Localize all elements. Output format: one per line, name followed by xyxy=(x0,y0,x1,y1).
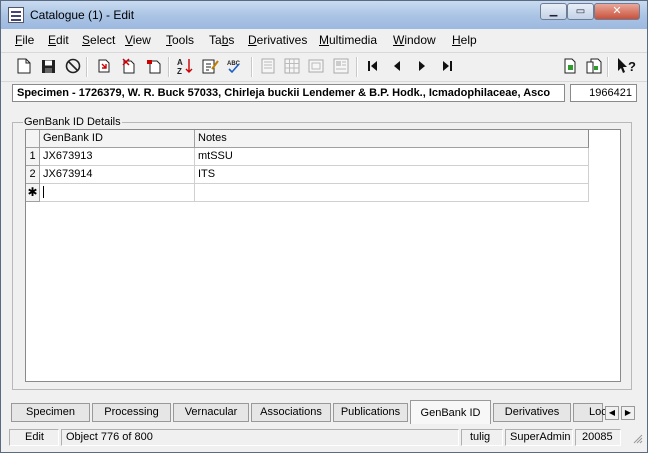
resize-grip-icon[interactable] xyxy=(633,434,643,444)
menu-tools[interactable]: Tools xyxy=(166,33,194,47)
tab-derivatives[interactable]: Derivatives xyxy=(493,403,571,422)
menu-multimedia-rest: ultimedia xyxy=(329,33,378,47)
row-index[interactable]: 1 xyxy=(26,148,40,166)
menu-view-rest: iew xyxy=(132,33,151,47)
new-cell-notes[interactable] xyxy=(195,184,589,202)
sort-icon[interactable]: AZ xyxy=(176,57,194,75)
svg-text:Z: Z xyxy=(177,67,182,75)
page-view-icon[interactable] xyxy=(259,57,277,75)
menu-help-rest: elp xyxy=(460,33,477,47)
menu-derivatives[interactable]: Derivatives xyxy=(248,33,307,47)
maximize-button[interactable]: ▭ xyxy=(567,3,594,20)
record-irn: 1966421 xyxy=(570,84,637,102)
tab-scroll-left-icon[interactable]: ◀ xyxy=(605,406,619,420)
group-title: GenBank ID Details xyxy=(23,116,122,128)
menu-tools-rest: ools xyxy=(172,33,195,47)
toolbar: AZ ABC ? xyxy=(1,52,647,82)
menu-select[interactable]: Select xyxy=(82,33,115,47)
row-index[interactable]: 2 xyxy=(26,166,40,184)
menu-help[interactable]: Help xyxy=(452,33,477,47)
copy-icon[interactable] xyxy=(585,57,603,75)
status-group: SuperAdmin xyxy=(505,429,573,446)
cell-genbank-id[interactable]: JX673913 xyxy=(40,148,195,166)
genbank-grid[interactable]: GenBank ID Notes 1 JX673913 mtSSU 2 JX67… xyxy=(25,129,621,382)
previous-record-icon[interactable] xyxy=(388,57,406,75)
menu-file-rest: ile xyxy=(22,33,35,47)
spell-check-icon[interactable]: ABC xyxy=(226,57,244,75)
title-bar[interactable]: Catalogue (1) - Edit ▁ ▭ ✕ xyxy=(1,1,647,29)
first-record-icon[interactable] xyxy=(364,57,382,75)
menu-tabs-rest: s xyxy=(228,33,235,47)
list-view-icon[interactable] xyxy=(307,57,325,75)
menu-file[interactable]: File xyxy=(15,33,34,47)
menu-multimedia[interactable]: Multimedia xyxy=(319,33,377,47)
status-position: Object 776 of 800 xyxy=(61,429,459,446)
app-icon[interactable] xyxy=(8,7,24,23)
toolbar-separator xyxy=(356,57,358,77)
status-bar: Edit Object 776 of 800 tulig SuperAdmin … xyxy=(1,428,647,448)
menu-bar: File Edit Select View Tools Tabs Derivat… xyxy=(1,30,647,51)
cell-notes[interactable]: mtSSU xyxy=(195,148,589,166)
delete-record-icon[interactable] xyxy=(120,57,138,75)
cancel-icon[interactable] xyxy=(64,57,82,75)
save-icon[interactable] xyxy=(39,57,57,75)
column-header-genbank-id[interactable]: GenBank ID xyxy=(40,130,195,148)
context-help-icon[interactable]: ? xyxy=(617,57,637,75)
tab-vernacular[interactable]: Vernacular xyxy=(173,403,249,422)
tab-locality[interactable]: Loc xyxy=(573,403,607,422)
menu-window-rest: indow xyxy=(404,33,436,47)
svg-text:A: A xyxy=(177,58,183,67)
window-title: Catalogue (1) - Edit xyxy=(30,8,135,22)
column-header-notes[interactable]: Notes xyxy=(195,130,589,148)
new-cell-genbank-id[interactable] xyxy=(40,184,195,202)
text-caret xyxy=(43,186,44,199)
close-button[interactable]: ✕ xyxy=(594,3,640,20)
next-record-icon[interactable] xyxy=(413,57,431,75)
status-count: 20085 xyxy=(575,429,621,446)
grid-view-icon[interactable] xyxy=(283,57,301,75)
toolbar-separator xyxy=(251,57,253,77)
insert-icon[interactable] xyxy=(95,57,113,75)
cell-notes[interactable]: ITS xyxy=(195,166,589,184)
tab-publications[interactable]: Publications xyxy=(333,403,408,422)
grid-corner[interactable] xyxy=(26,130,40,148)
new-record-icon[interactable] xyxy=(15,57,33,75)
status-user: tulig xyxy=(461,429,503,446)
toolbar-separator xyxy=(168,57,170,77)
menu-edit-rest: dit xyxy=(56,33,69,47)
menu-tabs[interactable]: Tabs xyxy=(209,33,234,47)
toolbar-separator xyxy=(607,57,609,77)
cell-genbank-id[interactable]: JX673914 xyxy=(40,166,195,184)
tab-scroll-right-icon[interactable]: ▶ xyxy=(621,406,635,420)
tab-associations[interactable]: Associations xyxy=(251,403,331,422)
tab-specimen[interactable]: Specimen xyxy=(11,403,90,422)
new-row-marker[interactable]: ✱ xyxy=(26,184,40,202)
menu-select-rest: elect xyxy=(90,33,116,47)
attach-icon[interactable] xyxy=(561,57,579,75)
menu-window[interactable]: Window xyxy=(393,33,436,47)
tab-genbank-id[interactable]: GenBank ID xyxy=(410,400,491,424)
catalogue-window: Catalogue (1) - Edit ▁ ▭ ✕ File Edit Sel… xyxy=(0,0,648,453)
minimize-button[interactable]: ▁ xyxy=(540,3,567,20)
menu-tabs-pre: Ta xyxy=(209,33,222,47)
menu-derivatives-rest: erivatives xyxy=(256,33,308,47)
menu-view[interactable]: View xyxy=(125,33,151,47)
record-summary: Specimen - 1726379, W. R. Buck 57033, Ch… xyxy=(12,84,565,102)
tab-processing[interactable]: Processing xyxy=(92,403,171,422)
image-view-icon[interactable] xyxy=(332,57,350,75)
last-record-icon[interactable] xyxy=(438,57,456,75)
bookmark-icon[interactable] xyxy=(145,57,163,75)
menu-edit[interactable]: Edit xyxy=(48,33,69,47)
context-help-label: ? xyxy=(628,59,636,74)
toolbar-separator xyxy=(86,57,88,77)
tab-strip: Specimen Processing Vernacular Associati… xyxy=(1,399,647,426)
status-mode: Edit xyxy=(9,429,59,446)
edit-note-icon[interactable] xyxy=(201,57,219,75)
